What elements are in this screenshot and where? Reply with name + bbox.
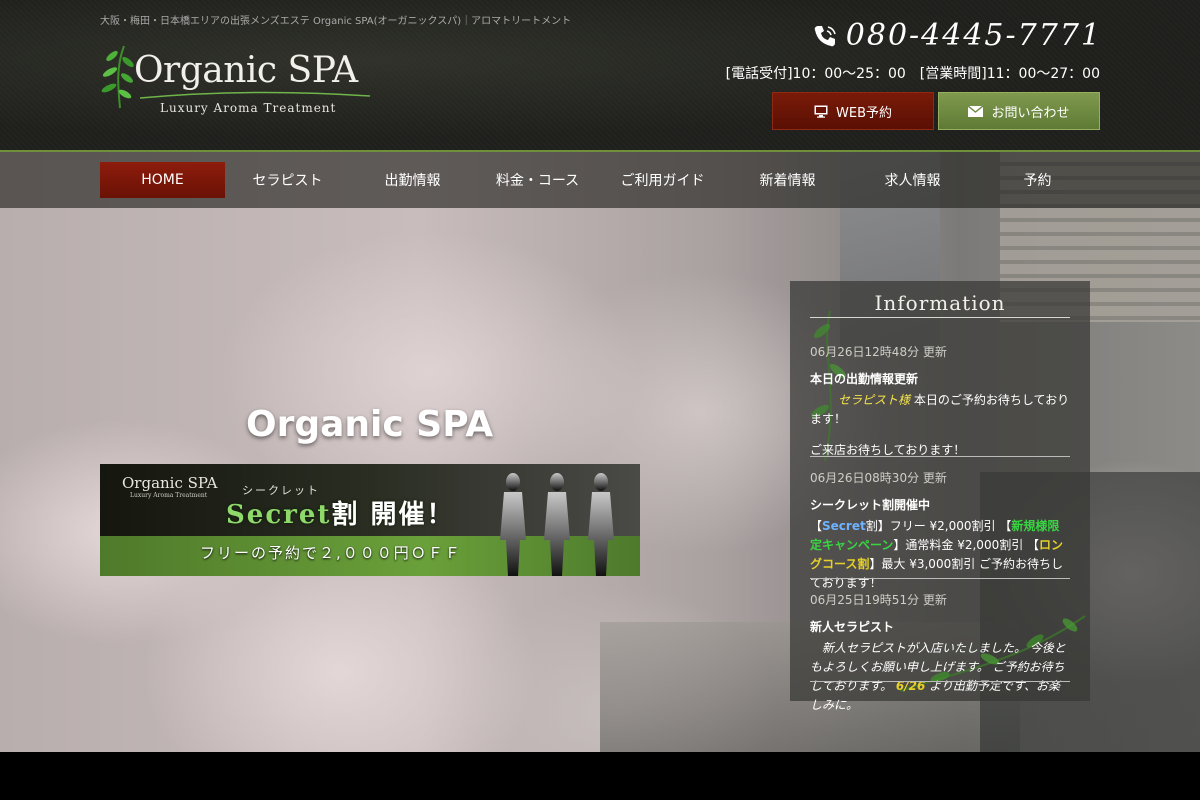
phone-contact[interactable]: 080-4445-7771 bbox=[812, 18, 1102, 53]
nav-item-home[interactable]: HOME bbox=[100, 162, 225, 198]
entry-separator bbox=[810, 456, 1070, 457]
entry-title: 本日の出勤情報更新 bbox=[810, 372, 919, 386]
news-entry[interactable]: 06月26日12時48分 更新 本日の出勤情報更新 セラピスト様 本日のご予約お… bbox=[810, 343, 1070, 460]
entry-separator bbox=[810, 681, 1070, 682]
banner-heading-suffix: 割 開催！ bbox=[331, 500, 455, 530]
site-header: 大阪・梅田・日本橋エリアの出張メンズエステ Organic SPA(オーガニック… bbox=[0, 0, 1200, 150]
business-hours: [電話受付]10：00〜25：00 [営業時間]11：00〜27：00 bbox=[725, 66, 1100, 82]
silhouette-figure bbox=[544, 473, 570, 576]
nav-item-guide[interactable]: ご利用ガイド bbox=[600, 162, 725, 198]
entry-title: シークレット割開催中 bbox=[810, 498, 931, 512]
site-tagline: 大阪・梅田・日本橋エリアの出張メンズエステ Organic SPA(オーガニック… bbox=[100, 16, 572, 27]
news-entry[interactable]: 06月26日08時30分 更新 シークレット割開催中 【Secret割】フリー … bbox=[810, 469, 1070, 593]
entry-date: 06月26日12時48分 更新 bbox=[810, 345, 947, 359]
logo-subtitle: Luxury Aroma Treatment bbox=[160, 101, 337, 115]
entry-body: 新人セラピストが入店いたしました。 今後ともよろしくお願い申し上げます。 ご予約… bbox=[810, 639, 1070, 715]
entry-body-second: ご来店お待ちしております！ bbox=[810, 443, 966, 457]
web-reservation-button[interactable]: WEB予約 bbox=[772, 92, 934, 130]
nav-item-schedule[interactable]: 出勤情報 bbox=[350, 162, 475, 198]
hero-title: Organic SPA bbox=[246, 404, 494, 445]
site-logo[interactable]: Organic SPA Luxury Aroma Treatment bbox=[100, 42, 370, 122]
entry-text: 】通常料金 ¥2,000割引 【 bbox=[893, 538, 1040, 552]
phone-number[interactable]: 080-4445-7771 bbox=[846, 18, 1102, 53]
footer-band bbox=[0, 752, 1200, 800]
banner-logo-subtitle: Luxury Aroma Treatment bbox=[130, 492, 208, 499]
contact-button[interactable]: お問い合わせ bbox=[938, 92, 1100, 130]
nav-item-reserve[interactable]: 予約 bbox=[975, 162, 1100, 198]
mail-icon bbox=[968, 105, 984, 117]
entry-title: 新人セラピスト bbox=[810, 620, 895, 634]
logo-title: Organic SPA bbox=[134, 50, 358, 91]
banner-logo: Organic SPA bbox=[122, 474, 218, 492]
entry-text: 【 bbox=[810, 519, 823, 533]
phone-icon bbox=[814, 25, 836, 46]
nav-item-price[interactable]: 料金・コース bbox=[475, 162, 600, 198]
news-entry[interactable]: 06月25日19時51分 更新 新人セラピスト 新人セラピストが入店いたしました… bbox=[810, 591, 1070, 715]
entry-date: 06月25日19時51分 更新 bbox=[810, 593, 947, 607]
secret-discount-banner[interactable]: Organic SPA Luxury Aroma Treatment シークレッ… bbox=[100, 464, 640, 576]
entry-date: 06月26日08時30分 更新 bbox=[810, 471, 947, 485]
web-reservation-label: WEB予約 bbox=[836, 105, 892, 121]
nav-item-therapist[interactable]: セラピスト bbox=[225, 162, 350, 198]
banner-heading-secret: Secret bbox=[226, 500, 332, 530]
entry-body: 【Secret割】フリー ¥2,000割引 【新規様限定キャンペーン】通常料金 … bbox=[810, 517, 1070, 593]
info-heading-rule bbox=[810, 317, 1070, 318]
silhouette-figure bbox=[500, 473, 526, 576]
entry-body: セラピスト様 本日のご予約お待ちしております！ bbox=[810, 391, 1070, 429]
silhouette-figure bbox=[588, 473, 614, 576]
monitor-icon bbox=[814, 105, 828, 118]
entry-text: 割】フリー ¥2,000割引 【 bbox=[865, 519, 1012, 533]
banner-discount-text: フリーの予約で２,０００円ＯＦＦ bbox=[200, 544, 462, 562]
entry-highlight-secret: Secret bbox=[822, 519, 866, 533]
information-panel: Information 06月26日12時48分 更新 本日の出勤情報更新 セラ… bbox=[790, 281, 1090, 712]
nav-item-recruit[interactable]: 求人情報 bbox=[850, 162, 975, 198]
entry-separator bbox=[810, 578, 1070, 579]
info-heading: Information bbox=[874, 291, 1006, 315]
entry-highlight: セラピスト様 bbox=[838, 393, 911, 407]
contact-label: お問い合わせ bbox=[991, 105, 1070, 121]
banner-heading: Secret割 開催！ bbox=[226, 494, 454, 531]
nav-item-news[interactable]: 新着情報 bbox=[725, 162, 850, 198]
global-nav: HOME セラピスト 出勤情報 料金・コース ご利用ガイド 新着情報 求人情報 … bbox=[0, 152, 1200, 208]
